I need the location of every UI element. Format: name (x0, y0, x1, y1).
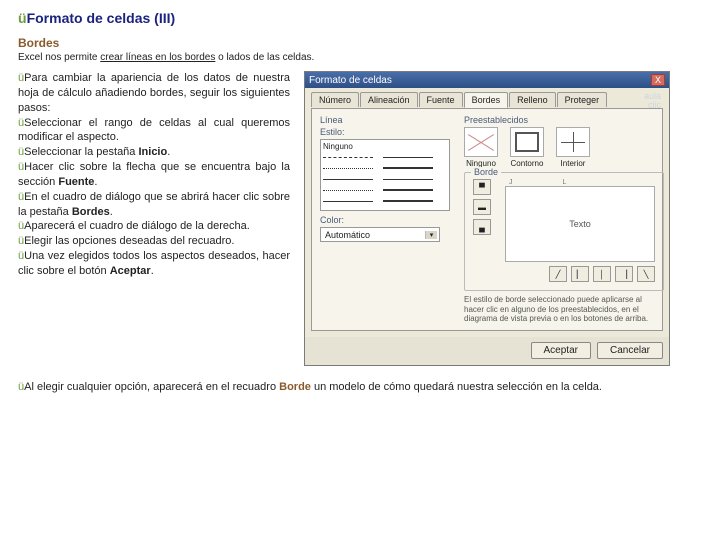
preset-inside[interactable]: Interior (556, 127, 590, 168)
watermark: aulaclic (644, 92, 661, 110)
edge-top-button[interactable]: ▀ (473, 179, 491, 195)
list-item: üHacer clic sobre la flecha que se encue… (18, 160, 290, 190)
intro-text: Excel nos permite crear líneas en los bo… (18, 52, 702, 63)
ok-button[interactable]: Aceptar (531, 342, 591, 359)
edge-mid-v-button[interactable]: │ (593, 266, 611, 282)
edge-right-button[interactable]: ▕ (615, 266, 633, 282)
tab-bordes[interactable]: Bordes (464, 92, 509, 108)
footer-note: üAl elegir cualquier opción, aparecerá e… (18, 380, 702, 395)
edge-left-button[interactable]: ▏ (571, 266, 589, 282)
list-item: üSeleccionar el rango de celdas al cual … (18, 116, 290, 146)
list-item: üEn el cuadro de diálogo que se abrirá h… (18, 190, 290, 220)
line-label: Línea (320, 115, 450, 125)
edge-bottom-button[interactable]: ▄ (473, 219, 491, 235)
section-heading: Bordes (18, 36, 702, 50)
page-title: üFormato de celdas (III) (18, 10, 702, 26)
corner-l: L (563, 179, 567, 186)
cancel-button[interactable]: Cancelar (597, 342, 663, 359)
chevron-down-icon: ▾ (425, 231, 437, 239)
edge-diag2-button[interactable]: ╲ (637, 266, 655, 282)
hint-text: El estilo de borde seleccionado puede ap… (464, 295, 664, 324)
list-item: üElegir las opciones deseadas del recuad… (18, 234, 290, 249)
close-icon[interactable]: X (651, 74, 665, 86)
style-label: Estilo: (320, 127, 450, 137)
tab-alineación[interactable]: Alineación (360, 92, 418, 107)
list-item: üPara cambiar la apariencia de los datos… (18, 71, 290, 116)
border-legend: Borde (471, 167, 501, 177)
style-list[interactable]: Ninguno (320, 139, 450, 211)
edge-diag1-button[interactable]: ╱ (549, 266, 567, 282)
tab-proteger[interactable]: Proteger (557, 92, 608, 107)
dialog-title: Formato de celdas (309, 75, 392, 86)
check-icon: ü (18, 10, 27, 26)
preset-none[interactable]: Ninguno (464, 127, 498, 168)
tab-relleno[interactable]: Relleno (509, 92, 556, 107)
color-dropdown[interactable]: Automático ▾ (320, 227, 440, 242)
instructions-column: üPara cambiar la apariencia de los datos… (18, 71, 290, 279)
border-preview[interactable]: Texto (505, 186, 655, 262)
border-group: Borde ▀ ▬ ▄ J (464, 172, 664, 291)
list-item: üAparecerá el cuadro de diálogo de la de… (18, 219, 290, 234)
dialog-titlebar: Formato de celdas X (305, 72, 669, 88)
corner-j: J (509, 179, 513, 186)
dialog-tabs: NúmeroAlineaciónFuenteBordesRellenoProte… (311, 92, 663, 107)
format-cells-dialog: Formato de celdas X aulaclic NúmeroAline… (304, 71, 670, 366)
preset-outline[interactable]: Contorno (510, 127, 544, 168)
tab-número[interactable]: Número (311, 92, 359, 107)
tab-fuente[interactable]: Fuente (419, 92, 463, 107)
edge-mid-h-button[interactable]: ▬ (473, 199, 491, 215)
list-item: üSeleccionar la pestaña Inicio. (18, 145, 290, 160)
color-label: Color: (320, 215, 450, 225)
list-item: üUna vez elegidos todos los aspectos des… (18, 249, 290, 279)
title-text: Formato de celdas (III) (27, 10, 176, 26)
presets-label: Preestablecidos (464, 115, 664, 125)
style-none[interactable]: Ninguno (323, 142, 447, 150)
